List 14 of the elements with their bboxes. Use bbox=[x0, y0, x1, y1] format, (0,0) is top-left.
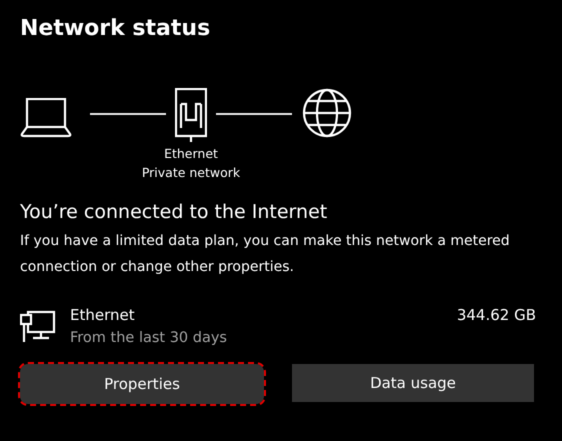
laptop-icon bbox=[20, 98, 72, 138]
ethernet-computer-icon bbox=[20, 310, 56, 344]
globe-icon bbox=[302, 88, 352, 138]
connection-type-label: Ethernet bbox=[164, 145, 218, 163]
usage-period: From the last 30 days bbox=[70, 329, 227, 348]
page-title: Network status bbox=[20, 15, 212, 43]
connection-name: Ethernet bbox=[70, 305, 136, 326]
data-usage-button[interactable]: Data usage bbox=[292, 364, 534, 402]
network-profile-label: Private network bbox=[142, 164, 240, 182]
data-usage-amount: 344.62 GB bbox=[456, 305, 537, 326]
status-description: If you have a limited data plan, you can make this network a metered connection or change other properties. bbox=[20, 232, 511, 277]
properties-button[interactable]: Properties bbox=[20, 364, 264, 404]
ethernet-port-icon bbox=[175, 88, 207, 142]
status-heading: You’re connected to the Internet bbox=[20, 200, 328, 225]
